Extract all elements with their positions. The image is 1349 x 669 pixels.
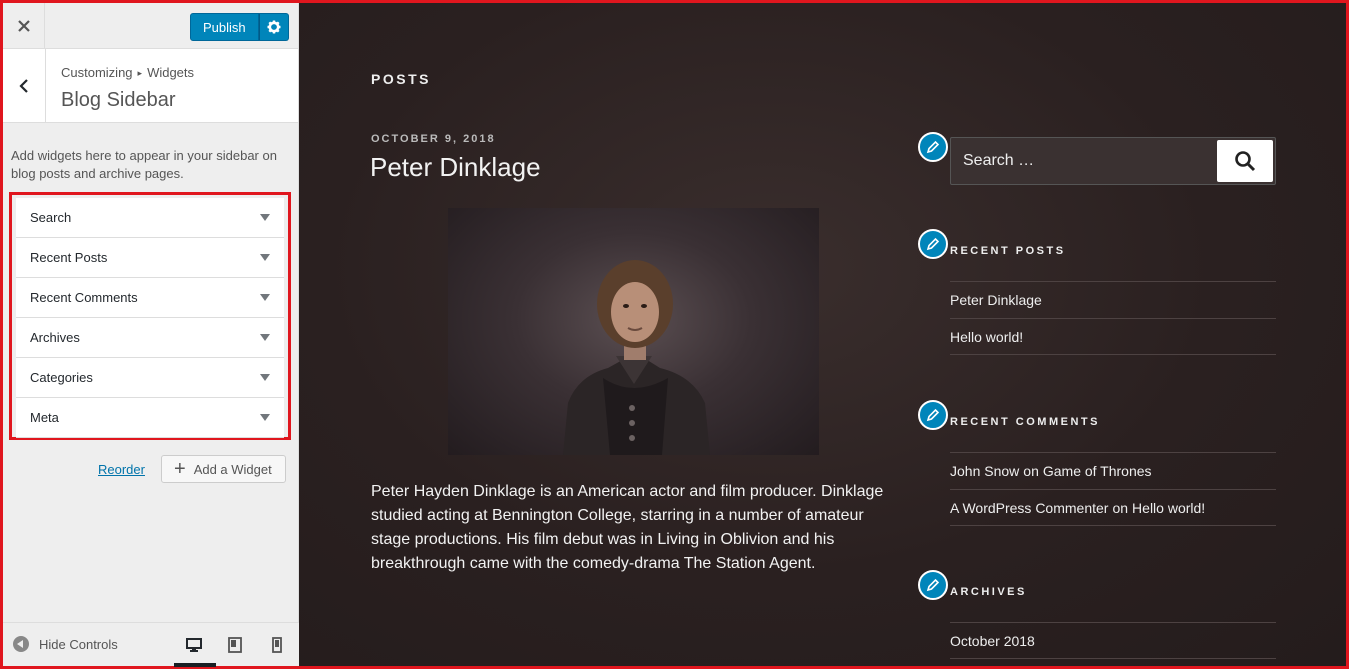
mobile-icon: [272, 637, 282, 653]
comment-post-link[interactable]: Game of Thrones: [1043, 463, 1152, 479]
widget-label: Meta: [30, 410, 59, 425]
recent-posts-title: RECENT POSTS: [950, 245, 1066, 257]
portrait-illustration: [563, 260, 710, 455]
customizer-topbar: Publish: [3, 3, 298, 49]
edit-recent-comments-widget-button[interactable]: [918, 400, 948, 430]
widget-label: Recent Comments: [30, 290, 138, 305]
list-item: Peter Dinklage: [950, 281, 1276, 318]
pencil-icon: [926, 408, 940, 422]
post-featured-image[interactable]: [448, 208, 819, 455]
caret-down-icon[interactable]: [260, 254, 270, 261]
widget-item-archives[interactable]: Archives: [16, 318, 284, 358]
widget-actions: Reorder + Add a Widget: [3, 455, 299, 483]
comment-on-text: on: [1023, 463, 1039, 479]
comment-on-text: on: [1112, 499, 1129, 516]
list-item: October 2018: [950, 622, 1276, 659]
caret-down-icon[interactable]: [260, 374, 270, 381]
site-preview: POSTS OCTOBER 9, 2018 Peter Dinklage Pet…: [299, 3, 1346, 666]
collapse-icon: [13, 636, 29, 652]
search-icon: [1235, 151, 1256, 172]
breadcrumb: Customizing ▸ Widgets: [61, 65, 194, 80]
widget-item-search[interactable]: Search: [16, 198, 284, 238]
breadcrumb-child: Widgets: [147, 65, 195, 80]
post-date[interactable]: OCTOBER 9, 2018: [371, 133, 496, 145]
caret-down-icon[interactable]: [260, 414, 270, 421]
edit-search-widget-button[interactable]: [918, 132, 948, 162]
customizer-sidebar: Publish Customizing ▸ Widgets Blog Sideb…: [3, 3, 299, 667]
comment-author-link[interactable]: A WordPress Commenter: [950, 500, 1108, 516]
reorder-link[interactable]: Reorder: [98, 462, 145, 477]
caret-down-icon[interactable]: [260, 294, 270, 301]
recent-post-link[interactable]: Hello world!: [950, 329, 1023, 345]
caret-down-icon[interactable]: [260, 334, 270, 341]
widget-item-meta[interactable]: Meta: [16, 398, 284, 438]
hide-controls-button[interactable]: Hide Controls: [13, 636, 118, 652]
pencil-icon: [926, 140, 940, 154]
pencil-icon: [926, 237, 940, 251]
hide-controls-label: Hide Controls: [39, 636, 118, 652]
search-input[interactable]: [951, 138, 1217, 184]
breadcrumb-root: Customizing: [61, 65, 133, 80]
tablet-icon: [228, 637, 242, 653]
pencil-icon: [926, 578, 940, 592]
customizer-footer: Hide Controls: [3, 622, 299, 667]
recent-post-link[interactable]: Peter Dinklage: [950, 292, 1042, 308]
recent-posts-list: Peter Dinklage Hello world!: [950, 281, 1276, 355]
archive-link[interactable]: October 2018: [950, 633, 1035, 649]
preview-tablet-button[interactable]: [225, 635, 245, 655]
publish-button[interactable]: Publish: [190, 13, 259, 41]
list-item: A WordPress Commenter on Hello world!: [950, 489, 1276, 526]
posts-heading: POSTS: [371, 71, 431, 87]
widget-label: Categories: [30, 370, 93, 385]
archives-list: October 2018: [950, 622, 1276, 659]
recent-comments-title: RECENT COMMENTS: [950, 416, 1100, 428]
publish-settings-button[interactable]: [258, 13, 289, 41]
widget-label: Recent Posts: [30, 250, 108, 265]
post-title[interactable]: Peter Dinklage: [370, 152, 541, 183]
chevron-left-icon: [19, 79, 28, 93]
publish-group: Publish: [190, 13, 289, 41]
desktop-icon: [186, 638, 202, 652]
widget-item-recent-comments[interactable]: Recent Comments: [16, 278, 284, 318]
edit-archives-widget-button[interactable]: [918, 570, 948, 600]
list-item: John Snow on Game of Thrones: [950, 452, 1276, 489]
widget-item-recent-posts[interactable]: Recent Posts: [16, 238, 284, 278]
sidebar-description: Add widgets here to appear in your sideb…: [11, 148, 277, 181]
preview-mobile-button[interactable]: [267, 635, 287, 655]
add-widget-label: Add a Widget: [193, 461, 272, 477]
gear-icon: [267, 20, 281, 34]
add-widget-button[interactable]: + Add a Widget: [161, 455, 286, 483]
close-icon: [17, 20, 30, 32]
recent-comments-list: John Snow on Game of Thrones A WordPress…: [950, 452, 1276, 526]
post-excerpt: Peter Hayden Dinklage is an American act…: [371, 483, 884, 572]
plus-icon: +: [174, 458, 186, 480]
widget-list: Search Recent Posts Recent Comments Arch…: [9, 192, 291, 440]
comment-author-link[interactable]: John Snow: [950, 463, 1019, 479]
caret-down-icon[interactable]: [260, 214, 270, 221]
list-item: Hello world!: [950, 318, 1276, 355]
search-form: [950, 137, 1276, 185]
section-title: Blog Sidebar: [61, 89, 176, 111]
preview-desktop-button[interactable]: [174, 635, 216, 667]
comment-post-link[interactable]: Hello world!: [1132, 500, 1205, 516]
widget-label: Archives: [30, 330, 80, 345]
close-button[interactable]: [3, 3, 45, 49]
edit-recent-posts-widget-button[interactable]: [918, 229, 948, 259]
archives-title: ARCHIVES: [950, 586, 1027, 598]
widget-item-categories[interactable]: Categories: [16, 358, 284, 398]
widget-label: Search: [30, 210, 72, 225]
breadcrumb-separator-icon: ▸: [137, 68, 143, 78]
back-button[interactable]: [3, 49, 46, 123]
search-submit-button[interactable]: [1217, 140, 1273, 182]
section-header: Customizing ▸ Widgets Blog Sidebar: [3, 49, 298, 123]
